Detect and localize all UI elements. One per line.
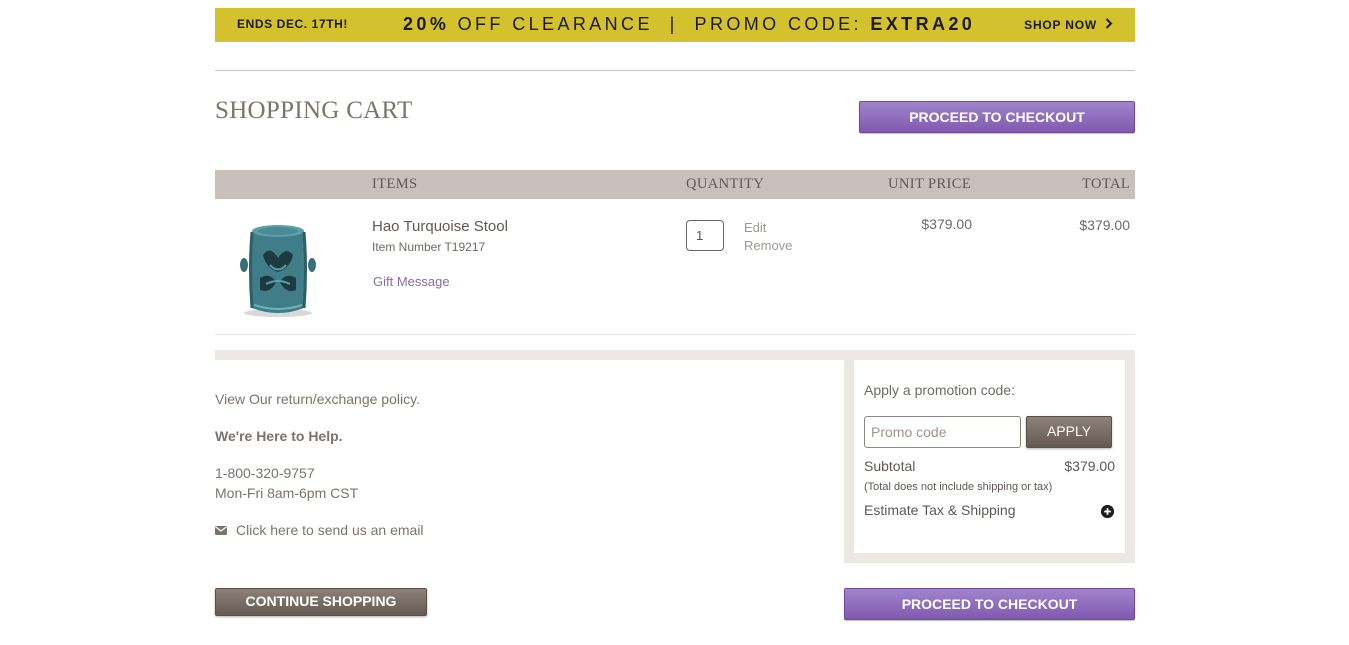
email-us-label: Click here to send us an email <box>236 522 424 538</box>
item-unit-price: $379.00 <box>921 216 972 232</box>
item-divider <box>215 334 1135 335</box>
plus-circle-icon[interactable] <box>1101 505 1114 518</box>
product-image[interactable] <box>230 220 322 320</box>
envelope-icon <box>215 522 227 535</box>
continue-shopping-button[interactable]: CONTINUE SHOPPING <box>215 588 427 616</box>
proceed-to-checkout-button-top[interactable]: PROCEED TO CHECKOUT <box>859 101 1135 133</box>
chevron-right-icon <box>1105 17 1113 32</box>
column-total: TOTAL <box>1082 176 1131 192</box>
promo-headline: 20% OFF CLEARANCE | PROMO CODE: EXTRA20 <box>403 14 975 35</box>
return-policy-link[interactable]: View Our return/exchange policy. <box>215 391 420 407</box>
item-number: Item Number T19217 <box>372 240 486 254</box>
promo-code-input[interactable] <box>864 416 1021 448</box>
column-items: ITEMS <box>372 176 418 192</box>
subtotal-note: (Total does not include shipping or tax) <box>864 481 1053 493</box>
column-quantity: QUANTITY <box>686 176 765 192</box>
remove-item-link[interactable]: Remove <box>744 238 792 253</box>
phone-number: 1-800-320-9757 <box>215 465 315 481</box>
email-us-link[interactable]: Click here to send us an email <box>215 522 424 538</box>
page-title: SHOPPING CART <box>215 97 413 124</box>
edit-item-link[interactable]: Edit <box>744 220 766 235</box>
promo-headline-text: OFF CLEARANCE | PROMO CODE: <box>449 14 871 34</box>
support-hours: Mon-Fri 8am-6pm CST <box>215 485 359 501</box>
promo-code-label: Apply a promotion code: <box>864 382 1015 398</box>
cart-table-header: ITEMS QUANTITY UNIT PRICE TOTAL <box>215 170 1135 199</box>
quantity-input[interactable] <box>686 220 724 251</box>
promo-end-date: ENDS DEC. 17TH! <box>237 17 349 31</box>
promo-banner[interactable]: ENDS DEC. 17TH! 20% OFF CLEARANCE | PROM… <box>215 8 1135 42</box>
help-heading: We're Here to Help. <box>215 428 343 444</box>
header-divider <box>215 70 1135 71</box>
promo-code-value: EXTRA20 <box>870 14 976 34</box>
promo-percent: 20% <box>403 14 450 34</box>
apply-promo-button[interactable]: APPLY <box>1026 416 1112 448</box>
shop-now-link[interactable]: SHOP NOW <box>1024 17 1113 32</box>
shop-now-label: SHOP NOW <box>1024 18 1097 32</box>
proceed-to-checkout-button-bottom[interactable]: PROCEED TO CHECKOUT <box>844 588 1135 620</box>
subtotal-label: Subtotal <box>864 458 916 474</box>
item-name-link[interactable]: Hao Turquoise Stool <box>372 218 508 235</box>
item-line-total: $379.00 <box>1079 217 1130 233</box>
estimate-tax-shipping-link[interactable]: Estimate Tax & Shipping <box>864 502 1016 518</box>
column-unit-price: UNIT PRICE <box>888 176 972 192</box>
gift-message-link[interactable]: Gift Message <box>373 274 450 289</box>
subtotal-value: $379.00 <box>1064 458 1115 474</box>
